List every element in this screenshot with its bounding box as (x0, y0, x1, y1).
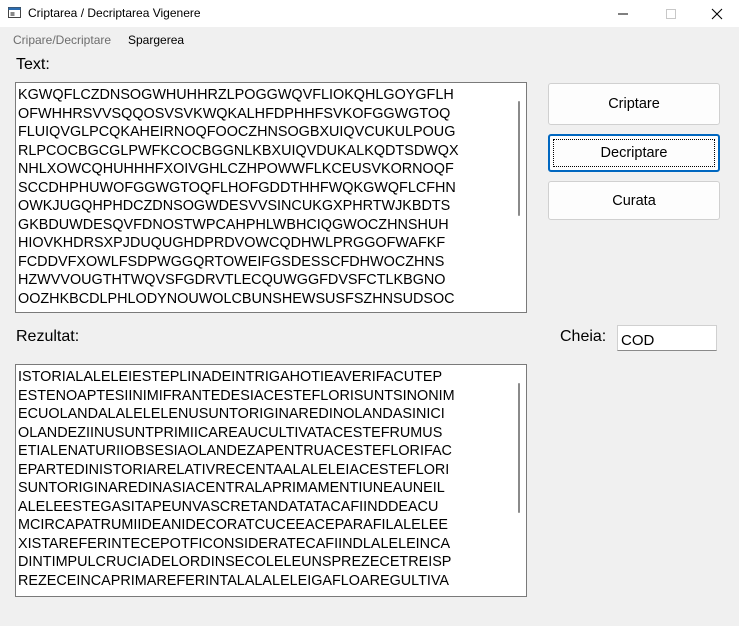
decrypt-button[interactable]: Decriptare (548, 134, 720, 172)
key-label: Cheia: (560, 328, 607, 345)
input-scrollbar[interactable] (512, 83, 526, 312)
close-icon (711, 8, 723, 19)
input-line: GKBDUWDESQVFDNOSTWPCAHPHLWBHCIQGWOCZHNSH… (18, 216, 449, 233)
encrypt-button[interactable]: Criptare (548, 83, 720, 125)
maximize-button[interactable] (648, 0, 694, 27)
minimize-icon (618, 13, 628, 14)
input-line: FCDDVFXOWLFSDPWGGQRTOWEIFGSDESSCFDHWOCZH… (18, 253, 445, 270)
result-scroll-thumb[interactable] (518, 383, 520, 513)
key-input[interactable] (617, 325, 717, 351)
result-line: ALELEESTEGASITAPEUNVASCRETANDATATACAFIIN… (18, 498, 439, 515)
result-line: DINTIMPULCRUCIADELORDINSECOLELEUNSPREZEC… (18, 554, 452, 570)
input-line: OWKJUGQHPHDCZDNSOGWDESVVSINCUKGXPHRTWJKB… (18, 198, 451, 214)
input-line: SCCDHPHUWOFGGWGTOQFLHOFGDDTHHFWQKGWQFLCF… (18, 179, 456, 196)
result-line: ECUOLANDALALELELENUSUNTORIGINAREDINOLAND… (18, 406, 445, 422)
window-title: Criptarea / Decriptarea Vigenere (28, 6, 201, 20)
input-line: OFWHHRSVVSQQOSVSVKWQKALHFDPHHFSVKOFGGWGT… (18, 105, 451, 122)
clear-button[interactable]: Curata (548, 181, 720, 220)
result-line: SUNTORIGINAREDINASIACENTRALAPRIMAMENTIUN… (18, 480, 445, 496)
input-line: FLUIQVGLPCQKAHEIRNOQFOOCZHNSOGBXUIQVCUKU… (18, 124, 456, 140)
result-line: OLANDEZIINUSUNTPRIMIICAREAUCULTIVATACEST… (18, 424, 443, 441)
app-icon (8, 7, 21, 18)
input-line: OOZHKBCDLPHLODYNOUWOLCBUNSHEWSUSFSZHNSUD… (18, 290, 455, 307)
input-scroll-thumb[interactable] (518, 101, 520, 216)
result-line: XISTAREFERINTECEPOTFICONSIDERATECAFIINDL… (18, 535, 451, 552)
input-line: NHLXOWCQHUHHHFXOIVGHLCZHPOWWFLKCEUSVKORN… (18, 161, 454, 177)
result-line: ETIALENATURIIOBSESIAOLANDEZAPENTRUACESTE… (18, 443, 452, 459)
title-bar: Criptarea / Decriptarea Vigenere (0, 0, 739, 27)
input-line: KGWQFLCZDNSOGWHUHHRZLPOGGWQVFLIOKQHLGOYG… (18, 87, 454, 103)
result-line: REZECEINCAPRIMAREFERINTALALALELEIGAFLOAR… (18, 572, 450, 589)
input-line: RLPCOCBGCGLPWFKCOCBGGNLKBXUIQVDUKALKQDTS… (18, 142, 459, 159)
close-button[interactable] (694, 0, 739, 27)
result-line: ESTENOAPTESIINIMIFRANTEDESIACESTEFLORISU… (18, 387, 455, 404)
menu-item-cripare-decriptare[interactable]: Cripare/Decriptare (13, 33, 111, 47)
result-text-content: ISTORIALALELEIESTEPLINADEINTRIGAHOTIEAVE… (18, 368, 510, 590)
maximize-icon (666, 8, 676, 19)
menu-bar: Cripare/Decriptare Spargerea (0, 28, 739, 50)
decrypt-button-label: Decriptare (600, 145, 668, 161)
input-text-area[interactable]: KGWQFLCZDNSOGWHUHHRZLPOGGWQVFLIOKQHLGOYG… (15, 82, 527, 313)
input-line: HZWVVOUGTHTWQVSFGDRVTLECQUWGGFDVSFCTLKBG… (18, 272, 446, 288)
input-text-content: KGWQFLCZDNSOGWHUHHRZLPOGGWQVFLIOKQHLGOYG… (18, 86, 510, 308)
result-line: ISTORIALALELEIESTEPLINADEINTRIGAHOTIEAVE… (18, 369, 443, 385)
minimize-button[interactable] (600, 0, 646, 27)
menu-item-spargerea[interactable]: Spargerea (128, 33, 184, 47)
result-scrollbar[interactable] (512, 365, 526, 596)
text-label: Text: (16, 56, 50, 73)
result-line: MCIRCAPATRUMIIDEANIDECORATCUCEEACEPARAFI… (18, 517, 448, 533)
input-line: HIOVKHDRSXPJDUQUGHDPRDVOWCQDHWLPRGGOFWAF… (18, 235, 446, 251)
result-text-area[interactable]: ISTORIALALELEIESTEPLINADEINTRIGAHOTIEAVE… (15, 364, 527, 597)
result-label: Rezultat: (16, 328, 80, 345)
result-line: EPARTEDINISTORIARELATIVRECENTAALALELEIAC… (18, 461, 450, 478)
